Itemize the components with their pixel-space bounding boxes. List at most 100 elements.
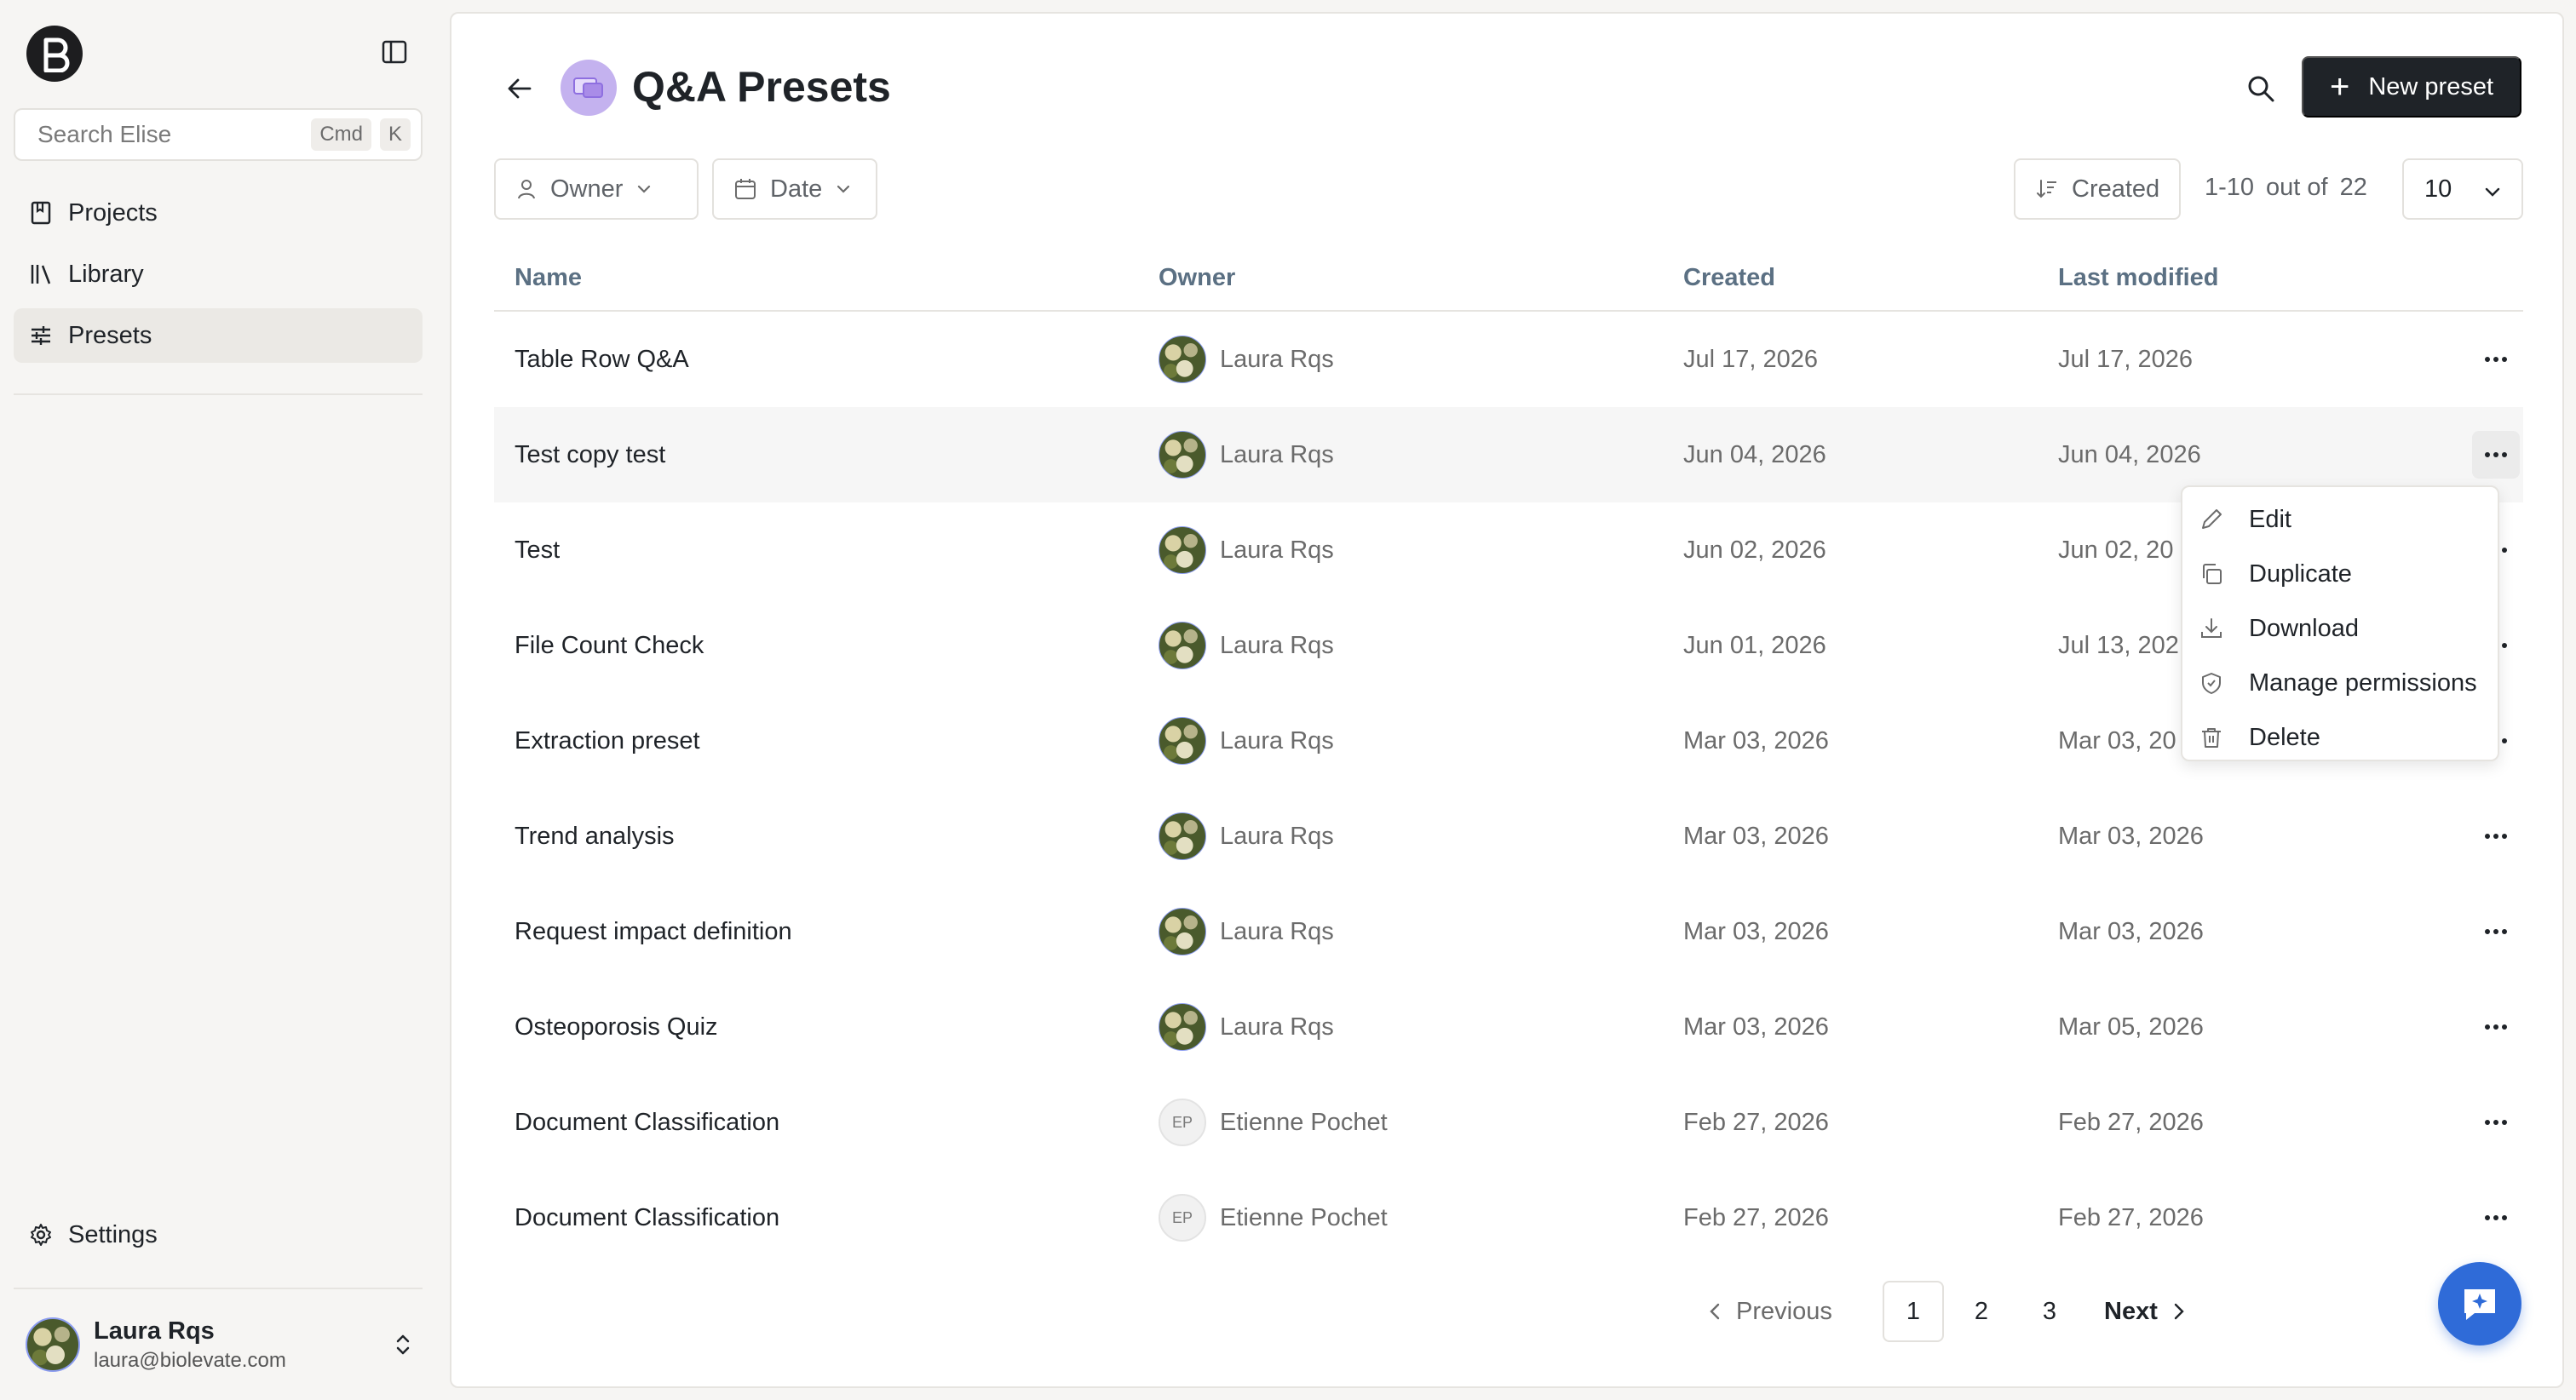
preset-created: Jul 17, 2026 <box>1683 345 1819 373</box>
shortcut-cmd: Cmd <box>311 118 371 151</box>
menu-item-delete[interactable]: Delete <box>2182 710 2498 765</box>
sidebar-item-settings[interactable]: Settings <box>14 1208 423 1262</box>
more-options-icon[interactable] <box>2472 812 2520 860</box>
page-button-3[interactable]: 3 <box>2019 1281 2080 1342</box>
column-header-created[interactable]: Created <box>1683 264 1775 292</box>
sidebar-item-presets[interactable]: Presets <box>14 308 423 363</box>
avatar <box>1159 812 1206 860</box>
preset-modified: Mar 03, 2026 <box>2058 917 2204 945</box>
new-preset-button[interactable]: + New preset <box>2302 56 2521 118</box>
menu-item-label: Download <box>2249 614 2359 642</box>
preset-name[interactable]: File Count Check <box>515 632 704 660</box>
sliders-icon <box>27 322 55 349</box>
avatar: EP <box>1159 1194 1206 1242</box>
search-input[interactable] <box>37 121 303 148</box>
preset-owner: EP Etienne Pochet <box>1159 1194 1388 1242</box>
menu-item-duplicate[interactable]: Duplicate <box>2182 547 2498 601</box>
more-options-icon[interactable] <box>2472 336 2520 383</box>
owner-name: Laura Rqs <box>1220 1013 1334 1041</box>
sidebar-item-label: Presets <box>68 321 152 349</box>
table-row[interactable]: Table Row Q&A Laura Rqs Jul 17, 2026 Jul… <box>494 312 2523 407</box>
avatar <box>1159 431 1206 479</box>
column-header-last-modified[interactable]: Last modified <box>2058 264 2219 292</box>
range-value: 1-10 <box>2205 174 2255 201</box>
range-out-of: out of <box>2266 174 2328 201</box>
previous-page-button[interactable]: Previous <box>1709 1281 1832 1342</box>
table-row[interactable]: Request impact definition Laura Rqs Mar … <box>494 884 2523 979</box>
avatar <box>26 1317 80 1372</box>
preset-created: Mar 03, 2026 <box>1683 917 1829 945</box>
preset-name[interactable]: Document Classification <box>515 1109 779 1137</box>
preset-name[interactable]: Request impact definition <box>515 918 792 946</box>
app-logo[interactable] <box>26 26 83 82</box>
preset-modified: Jun 02, 20 <box>2058 536 2174 564</box>
chevron-up-down-icon[interactable] <box>388 1330 417 1359</box>
preset-name[interactable]: Test copy test <box>515 441 665 469</box>
more-options-icon[interactable] <box>2472 908 2520 955</box>
preset-owner: Laura Rqs <box>1159 526 1334 574</box>
back-arrow-icon[interactable] <box>503 72 537 106</box>
menu-item-label: Edit <box>2249 505 2291 533</box>
date-filter-label: Date <box>770 175 823 203</box>
preset-owner: Laura Rqs <box>1159 622 1334 669</box>
table-body: Table Row Q&A Laura Rqs Jul 17, 2026 Jul… <box>494 312 2523 1265</box>
row-actions-menu: Edit Duplicate Download Manage permissio… <box>2181 485 2499 761</box>
page-size-value: 10 <box>2424 175 2452 203</box>
preset-name[interactable]: Table Row Q&A <box>515 346 689 374</box>
chat-assistant-button[interactable] <box>2438 1262 2521 1345</box>
library-icon <box>27 261 55 288</box>
preset-name[interactable]: Extraction preset <box>515 727 700 755</box>
preset-name[interactable]: Osteoporosis Quiz <box>515 1013 718 1041</box>
more-options-icon[interactable] <box>2472 1003 2520 1051</box>
preset-created: Jun 01, 2026 <box>1683 631 1826 659</box>
table-row[interactable]: Trend analysis Laura Rqs Mar 03, 2026 Ma… <box>494 789 2523 884</box>
avatar <box>1159 717 1206 765</box>
page-button-1[interactable]: 1 <box>1883 1281 1944 1342</box>
menu-item-download[interactable]: Download <box>2182 601 2498 656</box>
chevron-down-icon <box>836 184 851 194</box>
menu-item-label: Duplicate <box>2249 559 2352 588</box>
page-size-select[interactable]: 10 <box>2402 158 2523 220</box>
column-header-owner[interactable]: Owner <box>1159 264 1235 292</box>
preset-name[interactable]: Trend analysis <box>515 823 675 851</box>
avatar: EP <box>1159 1099 1206 1146</box>
preset-created: Mar 03, 2026 <box>1683 726 1829 755</box>
column-header-name[interactable]: Name <box>515 264 582 292</box>
page-button-2[interactable]: 2 <box>1951 1281 2012 1342</box>
sidebar-nav: Projects Library Presets <box>14 186 423 370</box>
table-row[interactable]: Document Classification EP Etienne Pochet… <box>494 1075 2523 1170</box>
search-icon[interactable] <box>2242 70 2280 107</box>
sidebar-toggle-icon[interactable] <box>380 37 409 66</box>
avatar <box>1159 1003 1206 1051</box>
sidebar-item-projects[interactable]: Projects <box>14 186 423 240</box>
plus-icon: + <box>2329 68 2350 106</box>
more-options-icon[interactable] <box>2472 431 2520 479</box>
sidebar-item-label: Projects <box>68 198 158 227</box>
menu-item-manage-permissions[interactable]: Manage permissions <box>2182 656 2498 710</box>
chevron-left-icon <box>1709 1302 1721 1321</box>
sort-button[interactable]: Created <box>2014 158 2181 220</box>
preset-owner: Laura Rqs <box>1159 336 1334 383</box>
table-row[interactable]: Osteoporosis Quiz Laura Rqs Mar 03, 2026… <box>494 979 2523 1075</box>
divider <box>14 393 423 395</box>
sidebar-item-library[interactable]: Library <box>14 247 423 301</box>
sort-label: Created <box>2072 175 2160 203</box>
next-page-button[interactable]: Next <box>2104 1281 2185 1342</box>
preset-name[interactable]: Test <box>515 536 560 565</box>
preset-owner: Laura Rqs <box>1159 717 1334 765</box>
preset-owner: Laura Rqs <box>1159 812 1334 860</box>
sidebar-item-label: Library <box>68 260 144 288</box>
date-filter[interactable]: Date <box>712 158 877 220</box>
table-row[interactable]: Document Classification EP Etienne Pochet… <box>494 1170 2523 1265</box>
more-options-icon[interactable] <box>2472 1099 2520 1146</box>
new-preset-label: New preset <box>2368 72 2494 100</box>
shield-icon <box>2198 669 2225 697</box>
menu-item-edit[interactable]: Edit <box>2182 492 2498 547</box>
download-icon <box>2198 615 2225 642</box>
search-input-container[interactable]: Cmd K <box>14 108 423 161</box>
user-menu[interactable]: Laura Rqs laura@biolevate.com <box>26 1315 417 1374</box>
owner-filter-label: Owner <box>550 175 624 203</box>
owner-filter[interactable]: Owner <box>494 158 699 220</box>
preset-name[interactable]: Document Classification <box>515 1204 779 1232</box>
more-options-icon[interactable] <box>2472 1194 2520 1242</box>
